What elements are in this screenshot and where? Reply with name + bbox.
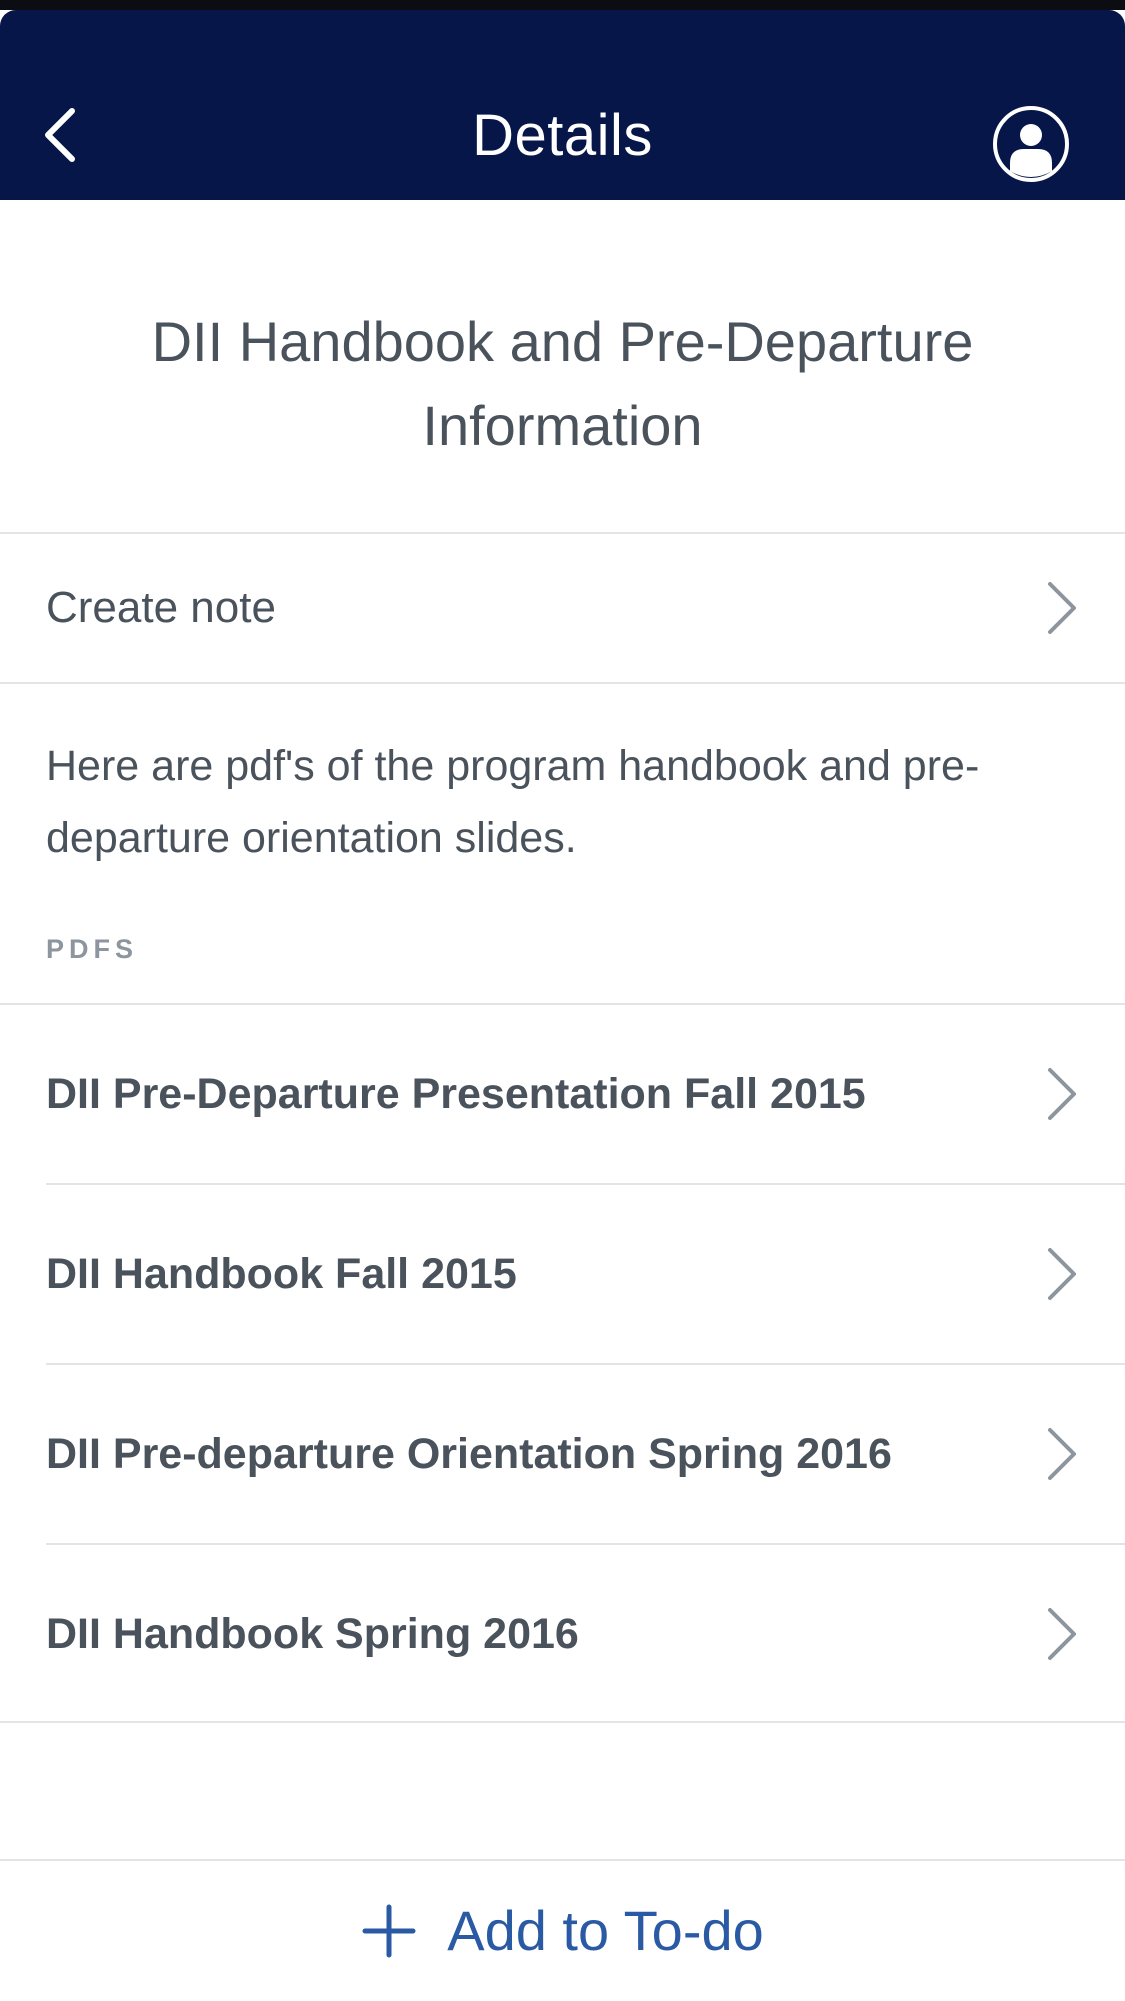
profile-button[interactable] [992,105,1070,183]
item-title: DII Handbook and Pre-Departure Informati… [151,310,974,457]
pdf-list-item[interactable]: DII Pre-Departure Presentation Fall 2015 [0,1005,1125,1183]
section-header-pdfs: PDFS [46,934,139,964]
create-note-label: Create note [46,583,276,632]
pdf-list-item[interactable]: DII Handbook Fall 2015 [0,1185,1125,1363]
create-note-row[interactable]: Create note [0,534,1125,682]
add-to-todo-label: Add to To-do [447,1899,764,1962]
status-strip [0,0,1125,10]
pdf-item-label: DII Pre-Departure Presentation Fall 2015 [46,1069,866,1118]
pdf-item-label: DII Handbook Spring 2016 [46,1609,579,1658]
divider [0,1721,1125,1723]
pdf-item-label: DII Handbook Fall 2015 [46,1249,517,1298]
chevron-right-icon [1048,1608,1076,1660]
chevron-right-icon [1048,582,1076,634]
navigation-bar: Details [0,10,1125,200]
chevron-right-icon [1048,1068,1076,1120]
pdf-list-item[interactable]: DII Handbook Spring 2016 [0,1545,1125,1723]
chevron-right-icon [1048,1428,1076,1480]
pdf-item-label: DII Pre-departure Orientation Spring 201… [46,1429,892,1478]
chevron-right-icon [1048,1248,1076,1300]
user-avatar-icon [993,106,1069,182]
item-description: Here are pdf's of the program handbook a… [46,742,980,862]
page-title: Details [472,103,653,168]
add-to-todo-button[interactable]: Add to To-do [0,1860,1125,2001]
pdf-list-item[interactable]: DII Pre-departure Orientation Spring 201… [0,1365,1125,1543]
plus-icon [362,1904,416,1957]
divider [0,682,1125,684]
